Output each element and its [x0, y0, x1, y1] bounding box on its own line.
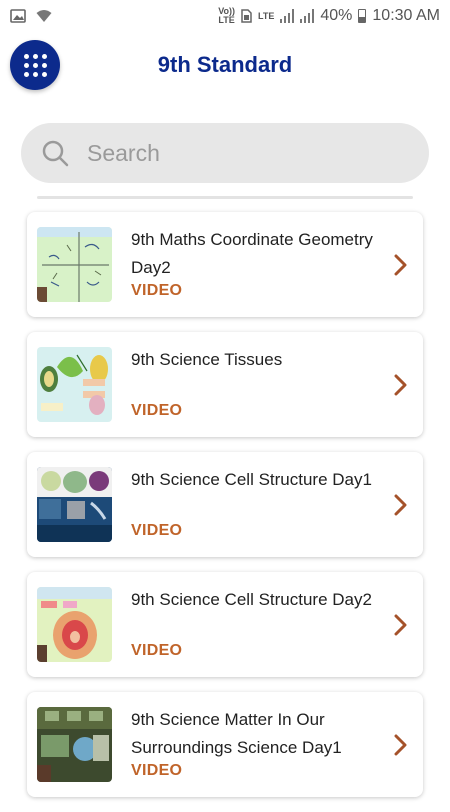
page-title: 9th Standard [157, 52, 293, 77]
signal-icon [280, 9, 295, 23]
chevron-right-icon[interactable] [393, 254, 409, 276]
video-type-label: VIDEO [131, 282, 183, 299]
video-title: 9th Science Matter In Our Surroundings S… [131, 710, 342, 757]
video-title: 9th Science Cell Structure Day1 [131, 470, 372, 489]
list-item[interactable]: 9th Science Cell Structure Day1 VIDEO [27, 452, 423, 557]
lte-label: LTE [258, 10, 275, 21]
chevron-right-icon[interactable] [393, 614, 409, 636]
search-input[interactable] [85, 138, 389, 168]
video-type-label: VIDEO [131, 402, 183, 419]
status-bar: Vo)) LTE LTE 40% 10:30 AM [0, 0, 450, 32]
list-top-divider [37, 196, 413, 199]
chevron-right-icon[interactable] [393, 734, 409, 756]
video-thumbnail [37, 347, 112, 422]
video-title: 9th Science Tissues [131, 350, 283, 369]
video-type-label: VIDEO [131, 762, 183, 779]
signal-icon [300, 9, 315, 23]
status-bar-left [0, 9, 52, 23]
list-item[interactable]: 9th Science Tissues VIDEO [27, 332, 423, 437]
video-title: 9th Maths Coordinate Geometry Day2 [131, 230, 373, 277]
status-bar-right: Vo)) LTE LTE 40% 10:30 AM [218, 7, 450, 25]
video-type-label: VIDEO [131, 642, 183, 659]
menu-button[interactable] [10, 40, 60, 90]
video-list: 9th Maths Coordinate Geometry Day2 VIDEO… [27, 212, 423, 812]
chevron-right-icon[interactable] [393, 374, 409, 396]
list-item[interactable]: 9th Science Cell Structure Day2 VIDEO [27, 572, 423, 677]
video-thumbnail [37, 587, 112, 662]
volte-indicator: Vo)) LTE [218, 6, 236, 25]
video-type-label: VIDEO [131, 522, 183, 539]
wifi-icon [36, 10, 52, 22]
battery-icon [358, 9, 367, 23]
battery-percent: 40% [320, 7, 353, 24]
list-item[interactable]: 9th Maths Coordinate Geometry Day2 VIDEO [27, 212, 423, 317]
video-title: 9th Science Cell Structure Day2 [131, 590, 372, 609]
video-thumbnail [37, 707, 112, 782]
chevron-right-icon[interactable] [393, 494, 409, 516]
grid-menu-icon [23, 53, 47, 77]
search-bar[interactable] [21, 123, 429, 183]
search-icon [42, 140, 69, 167]
image-icon [10, 9, 26, 23]
list-item[interactable]: 9th Science Matter In Our Surroundings S… [27, 692, 423, 797]
video-thumbnail [37, 227, 112, 302]
sim-icon [241, 9, 252, 23]
video-thumbnail [37, 467, 112, 542]
clock: 10:30 AM [372, 7, 440, 24]
